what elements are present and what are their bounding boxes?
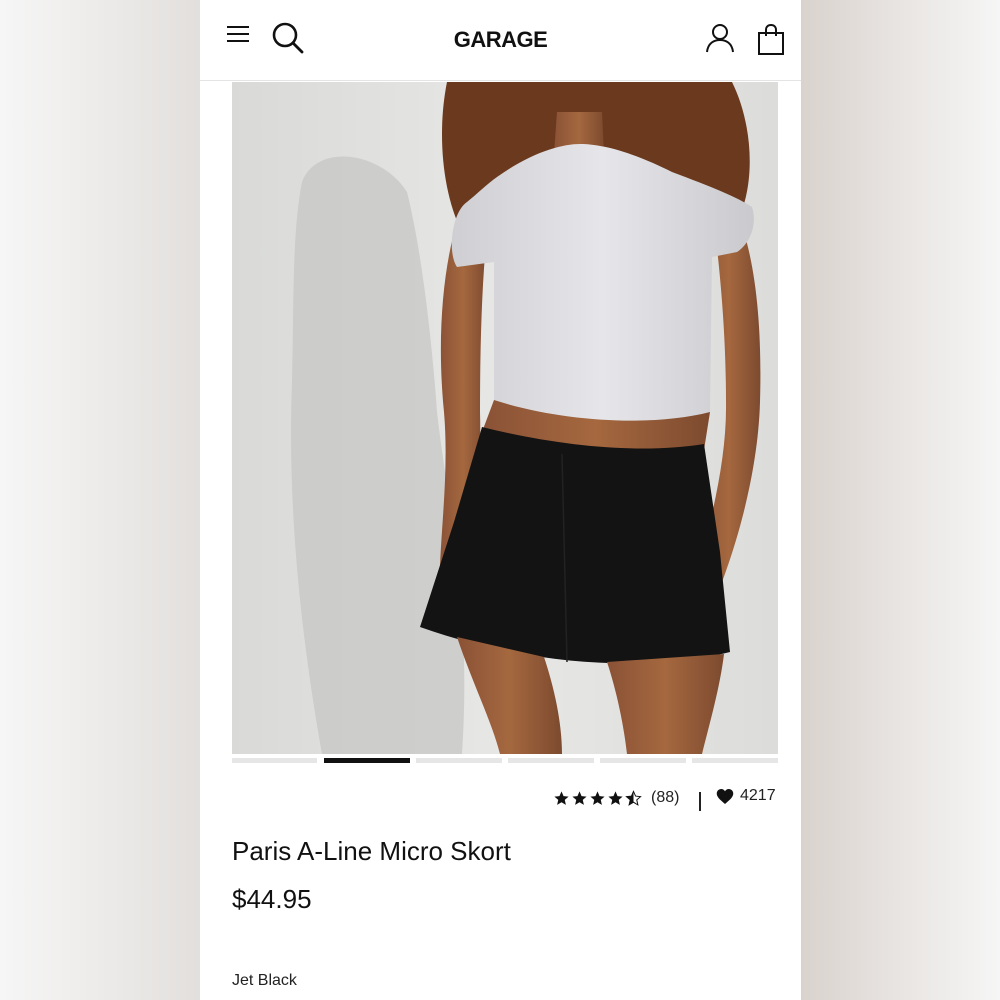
product-price: $44.95 [232,884,312,914]
carousel-dot-active[interactable] [324,758,410,763]
image-carousel-indicator [232,758,778,764]
product-title: Paris A-Line Micro Skort [232,836,511,866]
product-page: GARAGE (88) 4217 Paris A-Line Micro Skor… [200,0,801,1000]
carousel-dot[interactable] [508,758,594,763]
star-half-icon [625,789,642,806]
carousel-dot[interactable] [416,758,502,763]
carousel-dot[interactable] [600,758,686,763]
star-full-icon [608,790,623,805]
shopping-bag-icon[interactable] [757,24,785,56]
carousel-dot[interactable] [692,758,778,763]
background-right [801,0,1000,1000]
product-image[interactable] [232,82,778,754]
favorites[interactable]: 4217 [716,787,776,805]
star-full-icon [572,790,587,805]
heart-icon[interactable] [716,788,734,805]
site-header: GARAGE [200,0,801,81]
favorites-count: 4217 [740,787,776,804]
star-rating [553,789,642,807]
background-left [0,0,200,1000]
star-full-icon [554,790,569,805]
account-icon[interactable] [704,22,736,54]
rating-divider [699,792,701,811]
star-full-icon [590,790,605,805]
product-rating[interactable]: (88) [553,786,679,810]
product-photo-illustration [232,82,778,754]
review-count[interactable]: (88) [651,789,679,807]
carousel-dot[interactable] [232,758,317,763]
selected-color-label: Jet Black [232,972,297,989]
